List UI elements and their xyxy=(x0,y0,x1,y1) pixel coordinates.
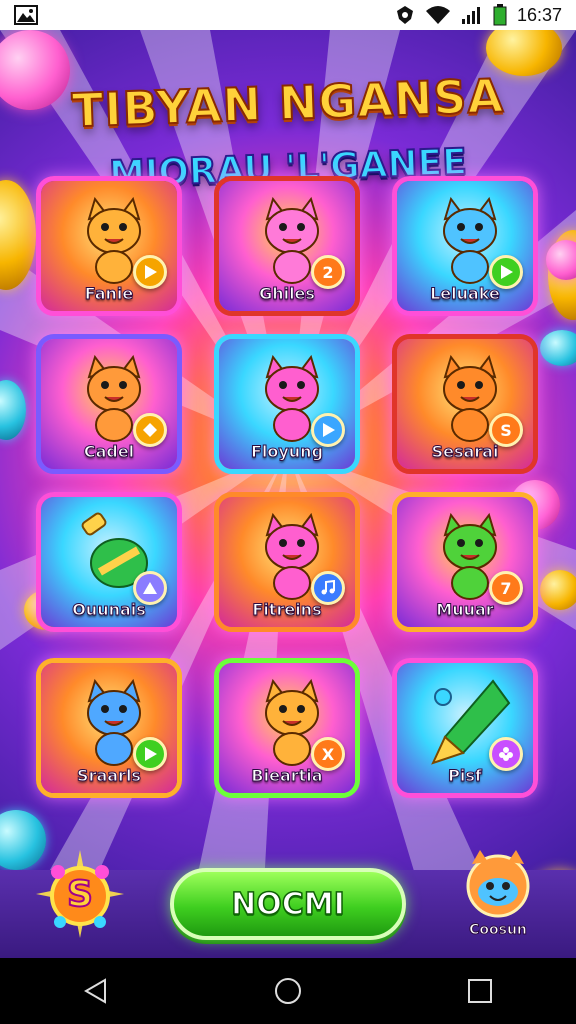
level-tile[interactable]: Leluake xyxy=(392,176,538,316)
bonus-button[interactable]: S xyxy=(36,850,124,938)
decor-coin xyxy=(540,330,576,366)
level-tile[interactable]: Fanie xyxy=(36,176,182,316)
tile-label: Fanie xyxy=(84,284,134,304)
profile-label: Coosun xyxy=(469,922,528,939)
level-tile[interactable]: Sraarls xyxy=(36,658,182,798)
tile-label: Muuar xyxy=(436,600,494,620)
status-time: 16:37 xyxy=(516,4,562,25)
play-button[interactable]: NOCMI xyxy=(170,868,406,940)
play-arrow-icon xyxy=(145,747,157,761)
bonus-label: S xyxy=(66,873,94,916)
tile-label: Pisf xyxy=(448,766,483,786)
decor-coin xyxy=(540,570,576,610)
level-tile[interactable]: Floyung xyxy=(214,334,360,474)
back-icon xyxy=(84,978,106,1004)
play-arrow-icon xyxy=(323,423,335,437)
level-tile[interactable]: X Bieartia xyxy=(214,658,360,798)
level-tile[interactable]: Ouunais xyxy=(36,492,182,632)
diamond-icon xyxy=(143,423,157,437)
level-tile[interactable]: 7 Muuar xyxy=(392,492,538,632)
recents-icon xyxy=(468,979,492,1003)
battery-icon xyxy=(493,4,507,26)
status-bar: 16:37 xyxy=(0,0,576,30)
signal-icon xyxy=(461,7,480,24)
level-grid: Fanie 2 Ghiles Leluake Cadel Floyung S S… xyxy=(36,176,542,836)
nav-back-button[interactable] xyxy=(66,966,126,1016)
play-button-label: NOCMI xyxy=(230,886,345,923)
level-tile[interactable]: Fitreins xyxy=(214,492,360,632)
gallery-icon xyxy=(14,5,38,25)
tile-label: Fitreins xyxy=(252,600,322,620)
flower-icon xyxy=(499,747,513,761)
tile-label: Sesarai xyxy=(431,442,499,462)
level-tile[interactable]: 2 Ghiles xyxy=(214,176,360,316)
profile-avatar-icon xyxy=(466,850,530,918)
level-tile[interactable]: Cadel xyxy=(36,334,182,474)
level-tile[interactable]: S Sesarai xyxy=(392,334,538,474)
tile-label: Bieartia xyxy=(251,766,323,786)
game-screen: TIBYAN NGANSA MIORAU 'L'GANEE Fanie 2 Ghi… xyxy=(0,30,576,958)
tile-label: Cadel xyxy=(83,442,135,462)
home-icon xyxy=(275,978,301,1004)
music-note-icon xyxy=(321,580,335,595)
profile-button[interactable]: Coosun xyxy=(452,846,544,946)
system-nav-bar xyxy=(0,958,576,1024)
play-arrow-icon xyxy=(145,265,157,279)
nav-recents-button[interactable] xyxy=(450,966,510,1016)
vpn-shield-icon xyxy=(396,6,413,24)
triangle-icon xyxy=(143,582,157,594)
play-arrow-icon xyxy=(501,265,513,279)
wifi-icon xyxy=(425,6,450,24)
tile-label: Leluake xyxy=(430,284,501,304)
tile-label: Ouunais xyxy=(72,600,147,620)
level-tile[interactable]: Pisf xyxy=(392,658,538,798)
tile-label: Floyung xyxy=(250,442,324,462)
tile-label: Sraarls xyxy=(77,766,142,786)
nav-home-button[interactable] xyxy=(258,966,318,1016)
tile-label: Ghiles xyxy=(259,284,316,304)
